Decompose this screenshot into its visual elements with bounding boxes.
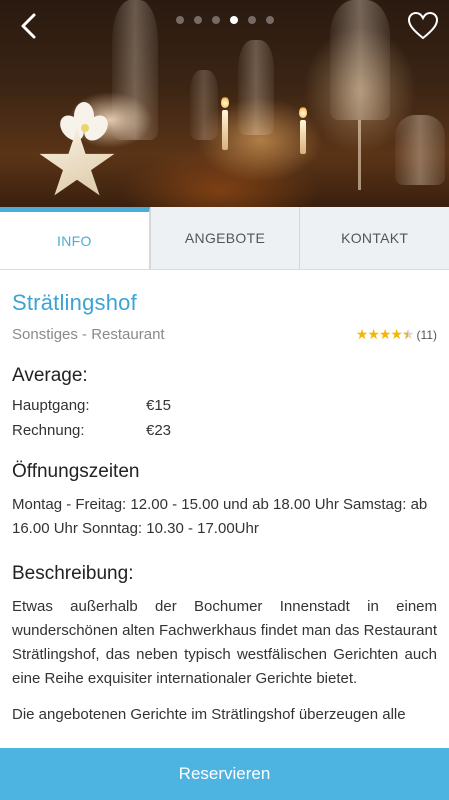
back-button[interactable] bbox=[14, 10, 46, 42]
description-heading: Beschreibung: bbox=[12, 563, 134, 584]
description-text: Etwas außerhalb der Bochumer Innenstadt … bbox=[12, 595, 437, 727]
rating[interactable]: ★★★★★★ (11) bbox=[356, 326, 437, 343]
tab-angebote[interactable]: ANGEBOTE bbox=[149, 207, 300, 269]
favorite-button[interactable] bbox=[407, 10, 439, 42]
star-rating-icon: ★★★★★★ bbox=[355, 326, 415, 342]
carousel-dot[interactable] bbox=[265, 16, 274, 24]
candle-flame-image bbox=[221, 96, 229, 108]
carousel-dot[interactable] bbox=[247, 16, 256, 24]
tab-bar: INFO ANGEBOTE KONTAKT bbox=[0, 207, 449, 270]
candle-image bbox=[222, 110, 228, 150]
tab-info[interactable]: INFO bbox=[0, 207, 150, 269]
carousel-indicator bbox=[0, 16, 449, 24]
candle-flame-image bbox=[299, 106, 307, 118]
review-count: (11) bbox=[416, 327, 437, 342]
candle-image bbox=[300, 120, 306, 154]
average-label: Rechnung: bbox=[12, 422, 85, 439]
carousel-dot[interactable] bbox=[229, 16, 238, 24]
glass-stem-image bbox=[358, 120, 361, 190]
carousel-dot[interactable] bbox=[175, 16, 184, 24]
tab-kontakt[interactable]: KONTAKT bbox=[299, 207, 449, 269]
wine-glass-image bbox=[238, 40, 274, 135]
heart-outline-icon bbox=[407, 11, 439, 40]
wine-glass-image bbox=[190, 70, 218, 140]
average-row-main-course: Hauptgang: €15 bbox=[12, 397, 437, 414]
description-paragraph: Die angebotenen Gerichte im Strätlingsho… bbox=[12, 706, 406, 723]
hero-image[interactable] bbox=[0, 0, 449, 207]
average-value: €23 bbox=[146, 422, 172, 439]
carousel-dot[interactable] bbox=[193, 16, 202, 24]
average-heading: Average: bbox=[12, 365, 88, 386]
description-paragraph: Etwas außerhalb der Bochumer Innenstadt … bbox=[12, 598, 437, 687]
reserve-button[interactable]: Reservieren bbox=[0, 748, 449, 800]
opening-hours-heading: Öffnungszeiten bbox=[12, 461, 140, 482]
wine-glass-image bbox=[395, 115, 445, 185]
carousel-dot[interactable] bbox=[211, 16, 220, 24]
average-row-bill: Rechnung: €23 bbox=[12, 422, 437, 439]
average-label: Hauptgang: bbox=[12, 397, 90, 414]
info-content: Strätlingshof Sonstiges - Restaurant ★★★… bbox=[0, 270, 449, 727]
opening-hours-text: Montag - Freitag: 12.00 - 15.00 und ab 1… bbox=[12, 496, 428, 537]
chevron-left-icon bbox=[21, 13, 36, 39]
orchid-image bbox=[55, 102, 113, 150]
restaurant-category: Sonstiges - Restaurant bbox=[12, 326, 165, 343]
subtitle-row: Sonstiges - Restaurant ★★★★★★ (11) bbox=[12, 326, 437, 343]
average-value: €15 bbox=[146, 397, 172, 414]
restaurant-name: Strätlingshof bbox=[12, 290, 137, 315]
